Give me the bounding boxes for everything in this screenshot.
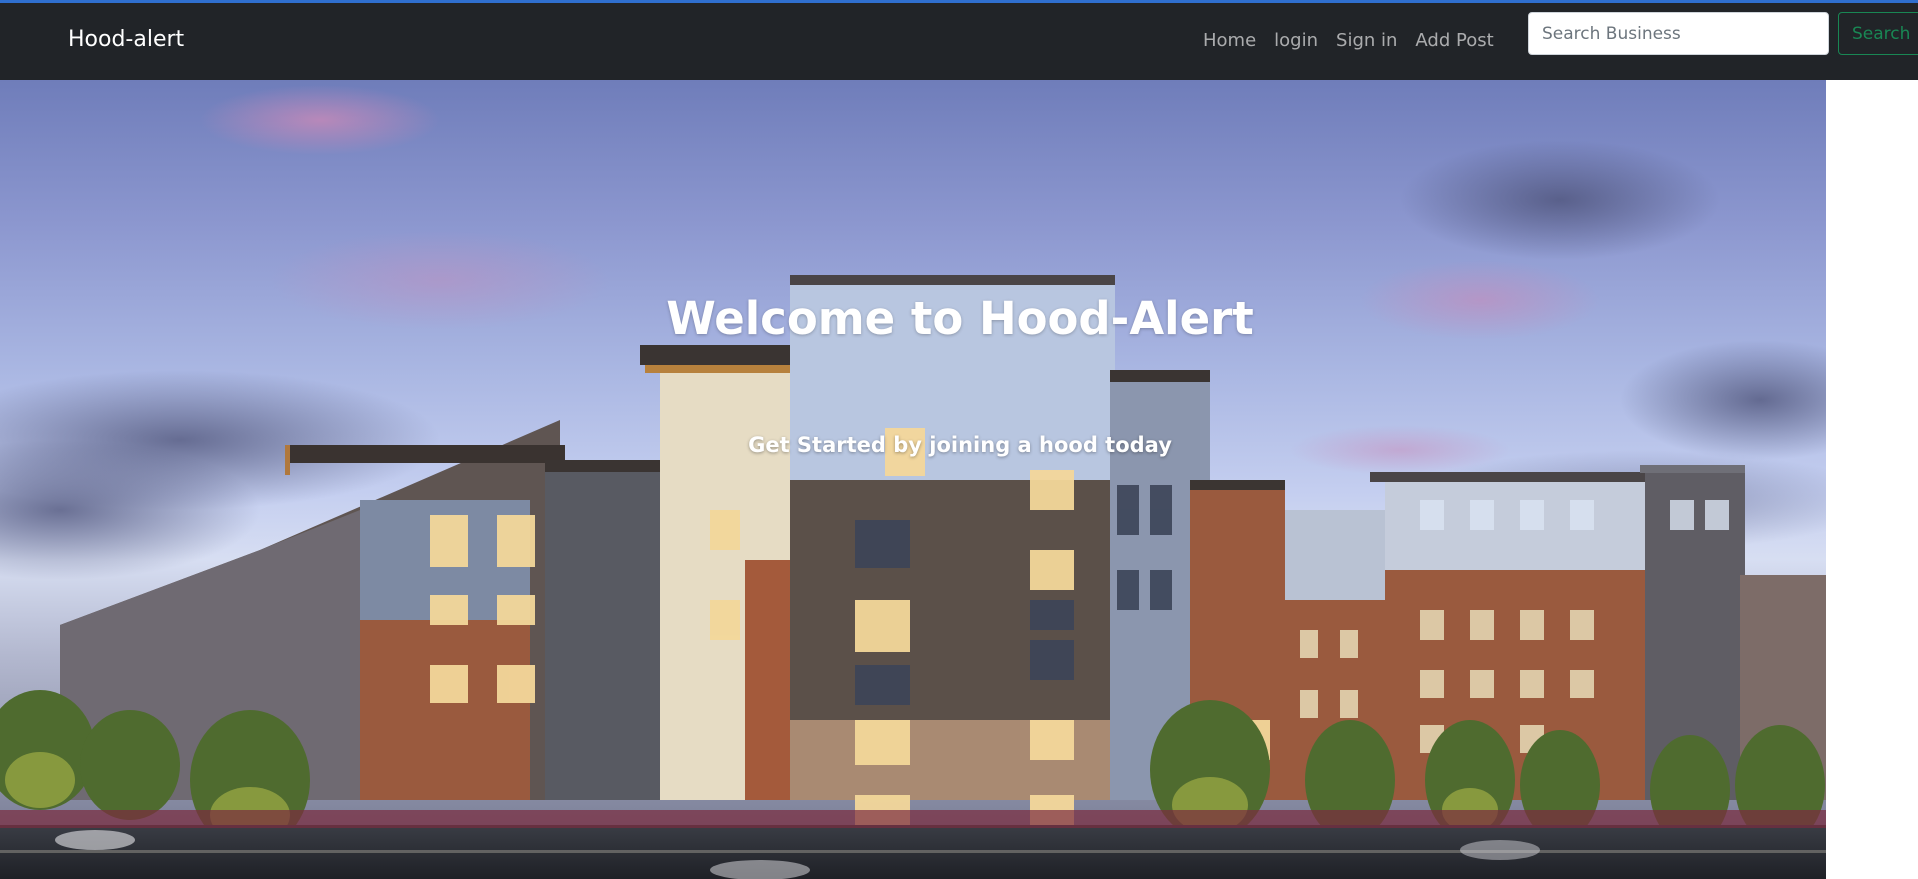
search-input[interactable] [1528,12,1829,55]
nav-links: Home login Sign in Add Post [1203,30,1512,51]
hero-subtitle: Get Started by joining a hood today [748,433,1172,457]
hero-banner: Welcome to Hood-Alert Get Started by joi… [0,80,1826,879]
nav-link-home[interactable]: Home [1203,30,1256,51]
search-button[interactable]: Search [1838,12,1918,55]
nav-link-add-post[interactable]: Add Post [1415,30,1493,51]
nav-link-login[interactable]: login [1274,30,1318,51]
navbar: Hood-alert Home login Sign in Add Post S… [0,3,1918,80]
hero-title: Welcome to Hood-Alert [666,292,1254,345]
hero-background-image [0,85,1826,879]
nav-link-sign-in[interactable]: Sign in [1336,30,1397,51]
brand-logo[interactable]: Hood-alert [68,27,184,52]
